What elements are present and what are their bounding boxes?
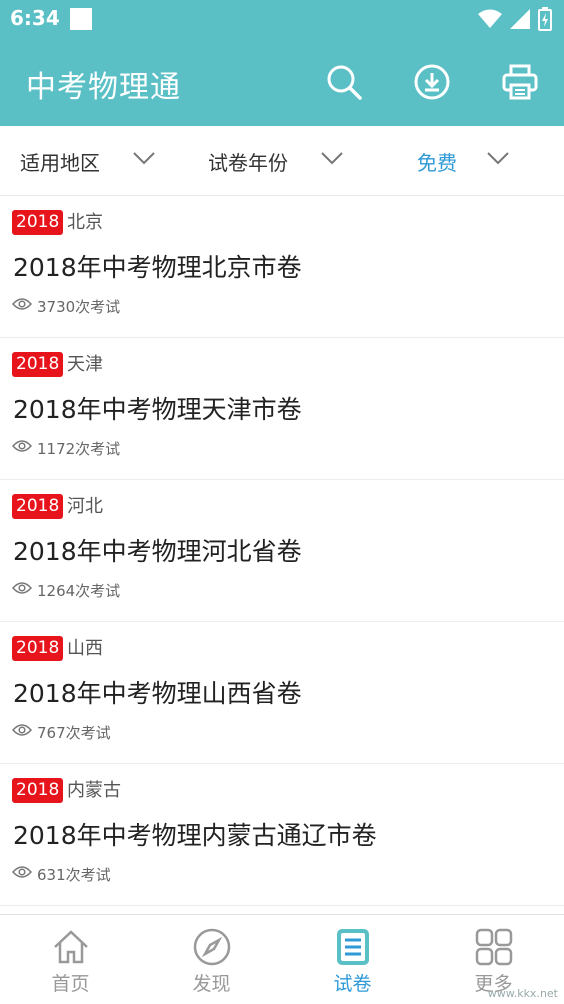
list-item[interactable]: 2018 天津 2018年中考物理天津市卷 1172次考试 <box>0 338 564 480</box>
tab-papers[interactable]: 试卷 <box>282 915 423 1004</box>
home-icon <box>53 930 88 964</box>
list-item[interactable]: 2018 北京 2018年中考物理北京市卷 3730次考试 <box>0 196 564 338</box>
year-badge: 2018 <box>12 494 64 519</box>
tab-discover-label: 发现 <box>192 973 231 995</box>
year-badge: 2018 <box>12 636 64 661</box>
filter-bar: 适用地区 试卷年份 免费 <box>0 126 564 196</box>
year-badge: 2018 <box>12 778 64 803</box>
region-label: 内蒙古 <box>67 780 121 801</box>
tab-papers-label: 试卷 <box>333 973 372 995</box>
filter-free-label: 免费 <box>417 150 457 175</box>
tab-home[interactable]: 首页 <box>0 915 141 1004</box>
compass-icon <box>193 928 230 966</box>
filter-year-label: 试卷年份 <box>208 150 288 175</box>
paper-title: 2018年中考物理内蒙古通辽市卷 <box>13 821 377 850</box>
chevron-down-icon <box>487 152 509 165</box>
grid-icon <box>475 928 512 966</box>
system-icons <box>478 7 552 31</box>
exam-count: 1172次考试 <box>37 440 121 458</box>
region-label: 山西 <box>67 638 103 659</box>
search-icon <box>327 65 362 100</box>
search-button[interactable] <box>322 60 366 104</box>
eye-icon <box>12 298 32 310</box>
filter-year[interactable]: 试卷年份 <box>208 126 358 196</box>
filter-region[interactable]: 适用地区 <box>20 126 170 196</box>
app-title: 中考物理通 <box>26 70 181 105</box>
watermark: www.kkx.net <box>487 987 558 1000</box>
tab-discover[interactable]: 发现 <box>141 915 282 1004</box>
status-time: 6:34 <box>10 6 60 30</box>
app-bar: 中考物理通 <box>0 38 564 126</box>
bottom-nav: 首页 发现 试卷 更多 <box>0 914 564 1004</box>
chevron-down-icon <box>321 152 343 165</box>
print-icon <box>502 64 538 100</box>
status-bar: 6:34 <box>0 0 564 38</box>
year-badge: 2018 <box>12 210 64 235</box>
eye-icon <box>12 582 32 594</box>
document-icon <box>336 929 369 965</box>
signal-icon <box>510 9 530 29</box>
chevron-down-icon <box>133 152 155 165</box>
region-label: 北京 <box>67 212 103 233</box>
list-item[interactable]: 2018 内蒙古 2018年中考物理内蒙古通辽市卷 631次考试 <box>0 764 564 906</box>
paper-title: 2018年中考物理河北省卷 <box>13 537 302 566</box>
eye-icon <box>12 866 32 878</box>
wifi-icon <box>478 9 502 28</box>
region-label: 河北 <box>67 496 103 517</box>
exam-count: 3730次考试 <box>37 298 121 316</box>
print-button[interactable] <box>498 60 542 104</box>
filter-region-label: 适用地区 <box>20 150 100 175</box>
tab-home-label: 首页 <box>51 973 90 995</box>
exam-count: 1264次考试 <box>37 582 121 600</box>
exam-count: 631次考试 <box>37 866 111 884</box>
download-icon <box>414 64 450 100</box>
battery-icon <box>538 7 552 31</box>
region-label: 天津 <box>67 354 103 375</box>
paper-title: 2018年中考物理北京市卷 <box>13 253 302 282</box>
download-button[interactable] <box>410 60 454 104</box>
list-item[interactable]: 2018 山西 2018年中考物理山西省卷 767次考试 <box>0 622 564 764</box>
exam-count: 767次考试 <box>37 724 111 742</box>
year-badge: 2018 <box>12 352 64 377</box>
paper-title: 2018年中考物理天津市卷 <box>13 395 302 424</box>
eye-icon <box>12 440 32 452</box>
notification-icon <box>70 8 92 30</box>
filter-free[interactable]: 免费 <box>417 126 527 196</box>
paper-list: 2018 北京 2018年中考物理北京市卷 3730次考试 2018 天津 20… <box>0 196 564 906</box>
eye-icon <box>12 724 32 736</box>
paper-title: 2018年中考物理山西省卷 <box>13 679 302 708</box>
list-item[interactable]: 2018 河北 2018年中考物理河北省卷 1264次考试 <box>0 480 564 622</box>
